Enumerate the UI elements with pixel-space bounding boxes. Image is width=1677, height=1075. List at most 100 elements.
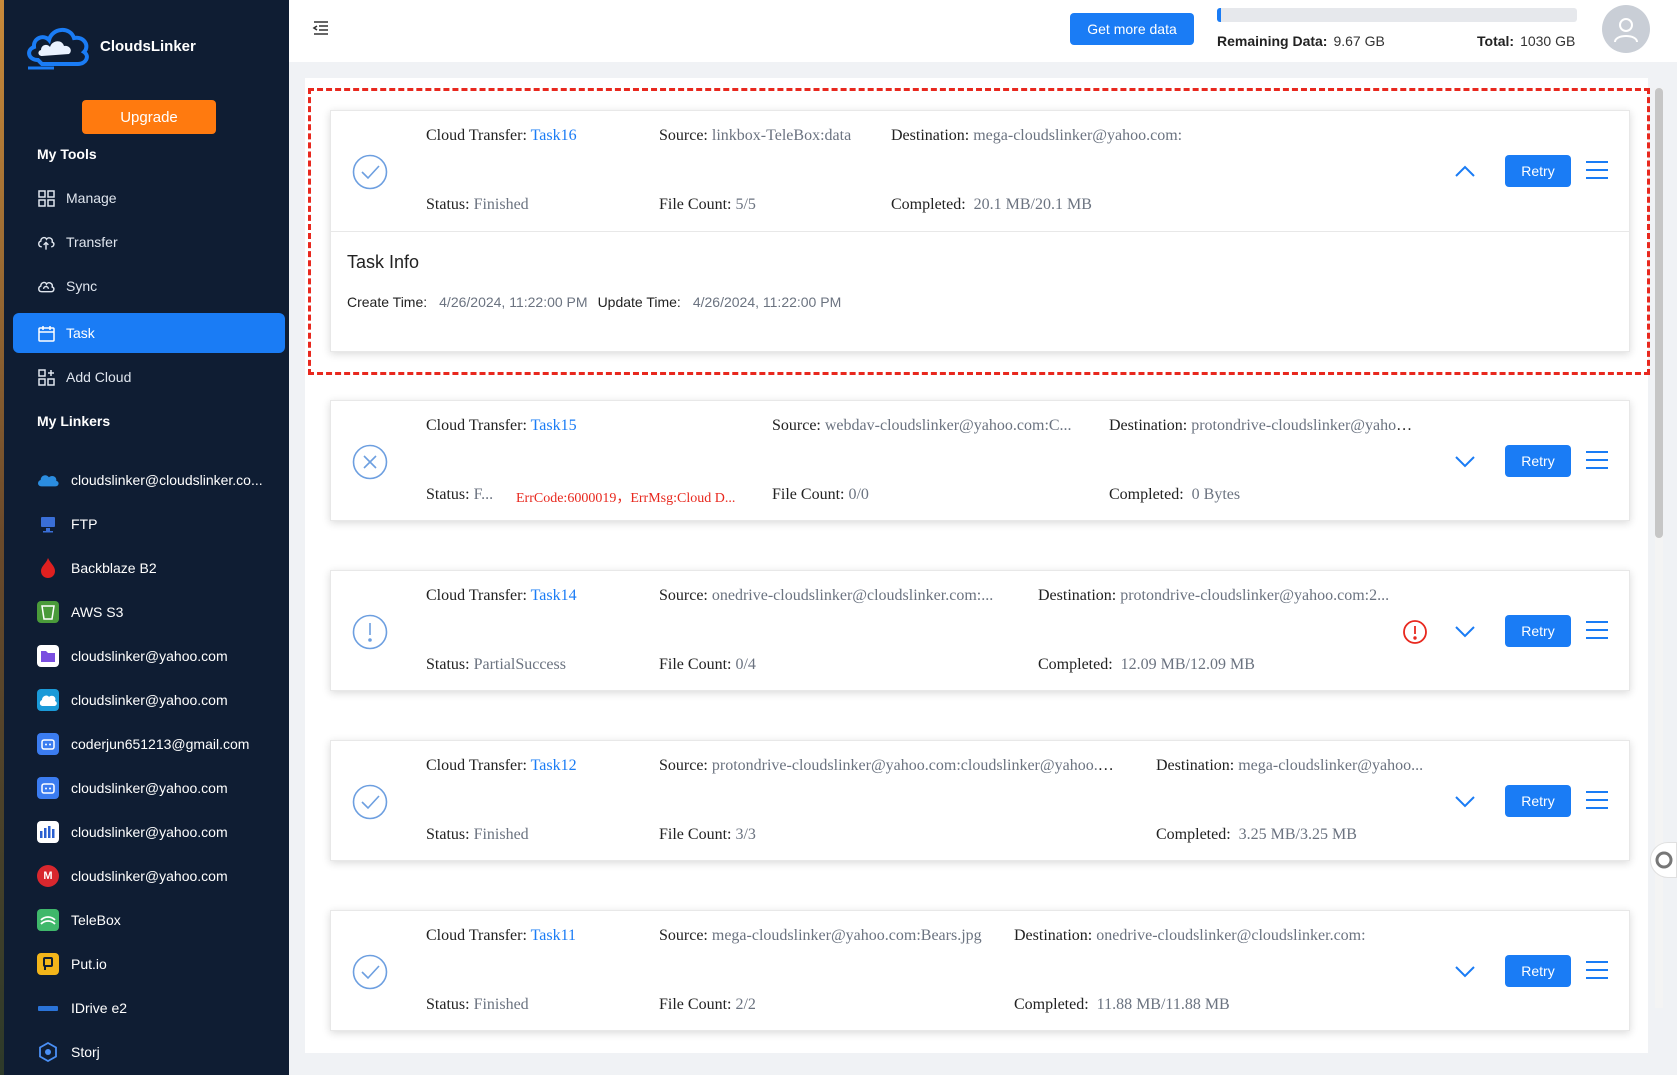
sidebar-linker[interactable]: Put.io	[37, 949, 287, 979]
menu-icon[interactable]	[1585, 449, 1609, 471]
sidebar-linker[interactable]: cloudslinker@yahoo.com	[37, 641, 287, 671]
onedrive-icon	[37, 469, 59, 491]
completed-field: Completed: 12.09 MB/12.09 MB	[1038, 656, 1255, 673]
chevron-down-icon[interactable]	[1453, 961, 1477, 981]
task-card: Cloud Transfer: Task15 Source: webdav-cl…	[330, 400, 1630, 521]
sidebar-item-sync[interactable]: Sync	[13, 266, 285, 306]
destination-field: Destination: mega-cloudslinker@yahoo.com…	[891, 127, 1183, 144]
create-time-label: Create Time:	[347, 294, 428, 310]
box-bot-icon	[37, 777, 59, 799]
task-link[interactable]: Task15	[531, 417, 577, 434]
status-field: Status: Finished	[426, 996, 529, 1013]
completed-field: Completed: 0 Bytes	[1109, 486, 1241, 503]
data-usage-fill	[1217, 8, 1221, 22]
putio-icon	[37, 953, 59, 975]
sidebar-linker[interactable]: coderjun651213@gmail.com	[37, 729, 287, 759]
linker-label: Backblaze B2	[71, 560, 157, 576]
app-logo[interactable]: CloudsLinker	[24, 20, 196, 72]
sidebar-item-label: Sync	[66, 278, 98, 294]
retry-button[interactable]: Retry	[1505, 615, 1571, 647]
chevron-down-icon[interactable]	[1453, 791, 1477, 811]
telebox-icon	[37, 909, 59, 931]
menu-icon[interactable]	[1585, 959, 1609, 981]
ring-icon	[1655, 851, 1672, 869]
calendar-icon	[37, 324, 55, 342]
sidebar-linker[interactable]: cloudslinker@cloudslinker.co...	[37, 465, 287, 495]
aws-s3-icon	[37, 601, 59, 623]
cloud-transfer-field: Cloud Transfer: Task15	[426, 417, 577, 434]
chevron-down-icon[interactable]	[1453, 621, 1477, 641]
cloud-transfer-field: Cloud Transfer: Task16	[426, 127, 577, 144]
completed-field: Completed: 11.88 MB/11.88 MB	[1014, 996, 1230, 1013]
destination-field: Destination: mega-cloudslinker@yahoo...	[1156, 757, 1424, 774]
bars-icon	[37, 821, 59, 843]
sidebar-linker[interactable]: TeleBox	[37, 905, 287, 935]
task-link[interactable]: Task14	[531, 587, 577, 604]
total-data: Total: 1030 GB	[1477, 33, 1575, 49]
upgrade-button[interactable]: Upgrade	[82, 100, 216, 134]
sidebar-item-transfer[interactable]: Transfer	[13, 222, 285, 262]
menu-icon[interactable]	[1585, 619, 1609, 641]
file-count-field: File Count: 0/0	[772, 486, 869, 503]
file-count-field: File Count: 3/3	[659, 826, 756, 843]
sidebar-linker[interactable]: cloudslinker@yahoo.com	[37, 773, 287, 803]
create-time-value: 4/26/2024, 11:22:00 PM	[439, 294, 588, 310]
check-circle-icon	[352, 154, 388, 190]
status-field: Status: Finished	[426, 196, 529, 213]
source-field: Source: mega-cloudslinker@yahoo.com:Bear…	[659, 927, 982, 944]
task-link[interactable]: Task16	[531, 127, 577, 144]
storj-icon	[37, 1041, 59, 1063]
cloud-upload-icon	[37, 233, 55, 251]
check-circle-icon	[352, 784, 388, 820]
my-tools-title: My Tools	[37, 146, 97, 162]
file-count-field: File Count: 5/5	[659, 196, 756, 213]
task-link[interactable]: Task11	[531, 927, 576, 944]
task-link[interactable]: Task12	[531, 757, 577, 774]
mega-icon: M	[37, 865, 59, 887]
scrollbar-thumb[interactable]	[1655, 88, 1663, 538]
sidebar-linker[interactable]: AWS S3	[37, 597, 287, 627]
menu-icon[interactable]	[1585, 159, 1609, 181]
sidebar-item-task[interactable]: Task	[13, 313, 285, 353]
my-linkers-title: My Linkers	[37, 413, 111, 429]
retry-button[interactable]: Retry	[1505, 955, 1571, 987]
status-field: Status: F...	[426, 486, 494, 503]
warning-icon[interactable]	[1402, 619, 1428, 645]
retry-button[interactable]: Retry	[1505, 785, 1571, 817]
sidebar-item-add-cloud[interactable]: Add Cloud	[13, 357, 285, 397]
linker-label: TeleBox	[71, 912, 121, 928]
chevron-up-icon[interactable]	[1453, 161, 1477, 181]
retry-button[interactable]: Retry	[1505, 155, 1571, 187]
sidebar-item-manage[interactable]: Manage	[13, 178, 285, 218]
sidebar-linker[interactable]: FTP	[37, 509, 287, 539]
status-field: Status: Finished	[426, 826, 529, 843]
remaining-data: Remaining Data: 9.67 GB	[1217, 33, 1385, 49]
cloud-transfer-field: Cloud Transfer: Task12	[426, 757, 577, 774]
sidebar-linker[interactable]: cloudslinker@yahoo.com	[37, 685, 287, 715]
menu-fold-icon[interactable]	[311, 18, 331, 38]
linker-label: AWS S3	[71, 604, 124, 620]
cloud-sync-icon	[37, 277, 55, 295]
file-count-field: File Count: 0/4	[659, 656, 756, 673]
retry-button[interactable]: Retry	[1505, 445, 1571, 477]
source-field: Source: protondrive-cloudslinker@yahoo.c…	[659, 757, 1114, 774]
task-card: Cloud Transfer: Task11 Source: mega-clou…	[330, 910, 1630, 1031]
sidebar-linker[interactable]: IDrive e2	[37, 993, 287, 1023]
sidebar-linker[interactable]: cloudslinker@yahoo.com	[37, 817, 287, 847]
chevron-down-icon[interactable]	[1453, 451, 1477, 471]
destination-field: Destination: protondrive-cloudslinker@ya…	[1038, 587, 1390, 604]
idrive-icon	[37, 997, 59, 1019]
data-usage-bar	[1217, 8, 1577, 22]
get-more-data-button[interactable]: Get more data	[1070, 13, 1194, 45]
remaining-value: 9.67 GB	[1333, 33, 1385, 49]
source-field: Source: onedrive-cloudslinker@cloudslink…	[659, 587, 994, 604]
menu-icon[interactable]	[1585, 789, 1609, 811]
task-card: Cloud Transfer: Task14 Source: onedrive-…	[330, 570, 1630, 691]
sidebar-linker[interactable]: Storj	[37, 1037, 287, 1067]
add-grid-icon	[37, 368, 55, 386]
sidebar-linker[interactable]: Backblaze B2	[37, 553, 287, 583]
ftp-icon	[37, 513, 59, 535]
sidebar-linker[interactable]: M cloudslinker@yahoo.com	[37, 861, 287, 891]
cloud-logo-icon	[27, 28, 89, 70]
avatar[interactable]	[1602, 5, 1650, 53]
